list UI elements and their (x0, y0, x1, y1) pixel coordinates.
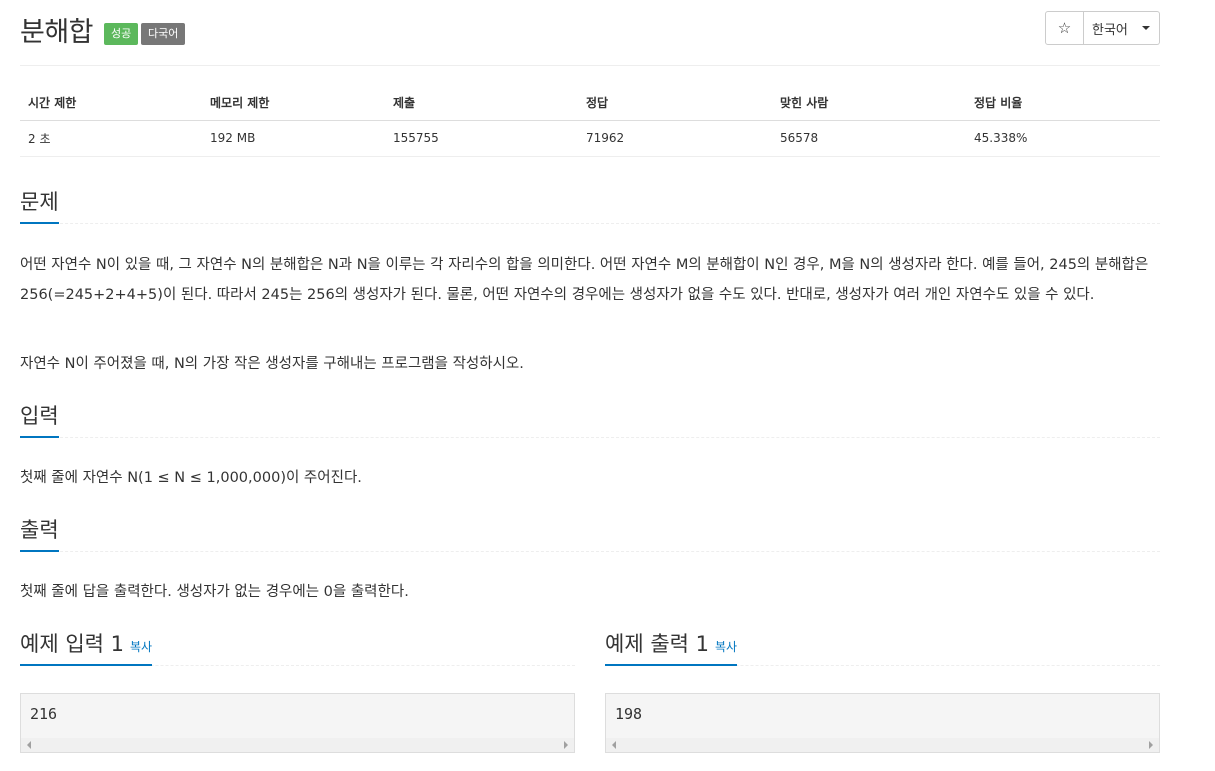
scroll-right-icon[interactable] (564, 741, 568, 749)
header-accepted: 정답 (578, 86, 772, 121)
language-label: 한국어 (1092, 22, 1128, 38)
accept-rate-value: 45.338% (966, 120, 1160, 157)
horizontal-scrollbar[interactable] (606, 738, 1159, 752)
time-limit-value: 2 초 (20, 120, 202, 157)
problem-page: 분해합 성공 다국어 ☆ 한국어 시간 제한 메모리 제한 제출 정답 맞힌 사… (20, 0, 1160, 753)
solvers-value[interactable]: 56578 (772, 120, 966, 157)
chevron-down-icon (1141, 26, 1150, 30)
language-dropdown[interactable]: 한국어 (1084, 11, 1160, 45)
input-section-head: 입력 (20, 400, 1160, 438)
problem-description-2: 자연수 N이 주어졌을 때, N의 가장 작은 생성자를 구해내는 프로그램을 … (20, 356, 524, 372)
sample-output-box[interactable]: 198 (605, 693, 1160, 753)
problem-header: 분해합 성공 다국어 ☆ 한국어 (20, 0, 1160, 66)
sample-input-block: 예제 입력 1 복사 216 (20, 628, 575, 753)
problem-section-head: 문제 (20, 186, 1160, 224)
sample-input-title: 예제 입력 1 복사 (20, 628, 153, 666)
sample-input-title-text: 예제 입력 1 (20, 632, 124, 656)
success-badge: 성공 (104, 23, 139, 45)
problem-title: 분해합 (20, 17, 94, 48)
memory-limit-value: 192 MB (202, 120, 385, 157)
problem-info-table: 시간 제한 메모리 제한 제출 정답 맞힌 사람 정답 비율 2 초 192 M… (20, 86, 1160, 157)
scroll-left-icon[interactable] (612, 741, 616, 749)
problem-description: 어떤 자연수 N이 있을 때, 그 자연수 N의 분해합은 N과 N을 이루는 … (20, 257, 1149, 303)
problem-section-title: 문제 (20, 186, 59, 224)
star-icon: ☆ (1057, 19, 1072, 37)
sample-input-box[interactable]: 216 (20, 693, 575, 753)
sample-output-block: 예제 출력 1 복사 198 (605, 628, 1160, 753)
header-submissions: 제출 (385, 86, 578, 121)
header-actions: ☆ 한국어 (1045, 11, 1160, 45)
sample-input-head: 예제 입력 1 복사 (20, 628, 575, 666)
star-button[interactable]: ☆ (1045, 11, 1084, 45)
sample-input-value: 216 (30, 705, 58, 723)
copy-output-button[interactable]: 복사 (715, 640, 737, 654)
info-header-row: 시간 제한 메모리 제한 제출 정답 맞힌 사람 정답 비율 (20, 86, 1160, 121)
input-section-title: 입력 (20, 400, 59, 438)
scroll-right-icon[interactable] (1149, 741, 1153, 749)
sample-output-head: 예제 출력 1 복사 (605, 628, 1160, 666)
header-accept-rate: 정답 비율 (966, 86, 1160, 121)
header-time-limit: 시간 제한 (20, 86, 202, 121)
header-solvers: 맞힌 사람 (772, 86, 966, 121)
output-section-title: 출력 (20, 514, 59, 552)
horizontal-scrollbar[interactable] (21, 738, 574, 752)
input-description: 첫째 줄에 자연수 N(1 ≤ N ≤ 1,000,000)이 주어진다. (20, 470, 362, 486)
sample-output-title: 예제 출력 1 복사 (605, 628, 738, 666)
scroll-left-icon[interactable] (27, 741, 31, 749)
multilang-badge[interactable]: 다국어 (141, 23, 186, 45)
sample-output-value: 198 (615, 705, 643, 723)
output-description: 첫째 줄에 답을 출력한다. 생성자가 없는 경우에는 0을 출력한다. (20, 584, 409, 600)
sample-output-title-text: 예제 출력 1 (605, 632, 709, 656)
copy-input-button[interactable]: 복사 (130, 640, 152, 654)
submissions-value[interactable]: 155755 (385, 120, 578, 157)
output-section-head: 출력 (20, 514, 1160, 552)
info-value-row: 2 초 192 MB 155755 71962 56578 45.338% (20, 120, 1160, 157)
accepted-value[interactable]: 71962 (578, 120, 772, 157)
header-memory-limit: 메모리 제한 (202, 86, 385, 121)
